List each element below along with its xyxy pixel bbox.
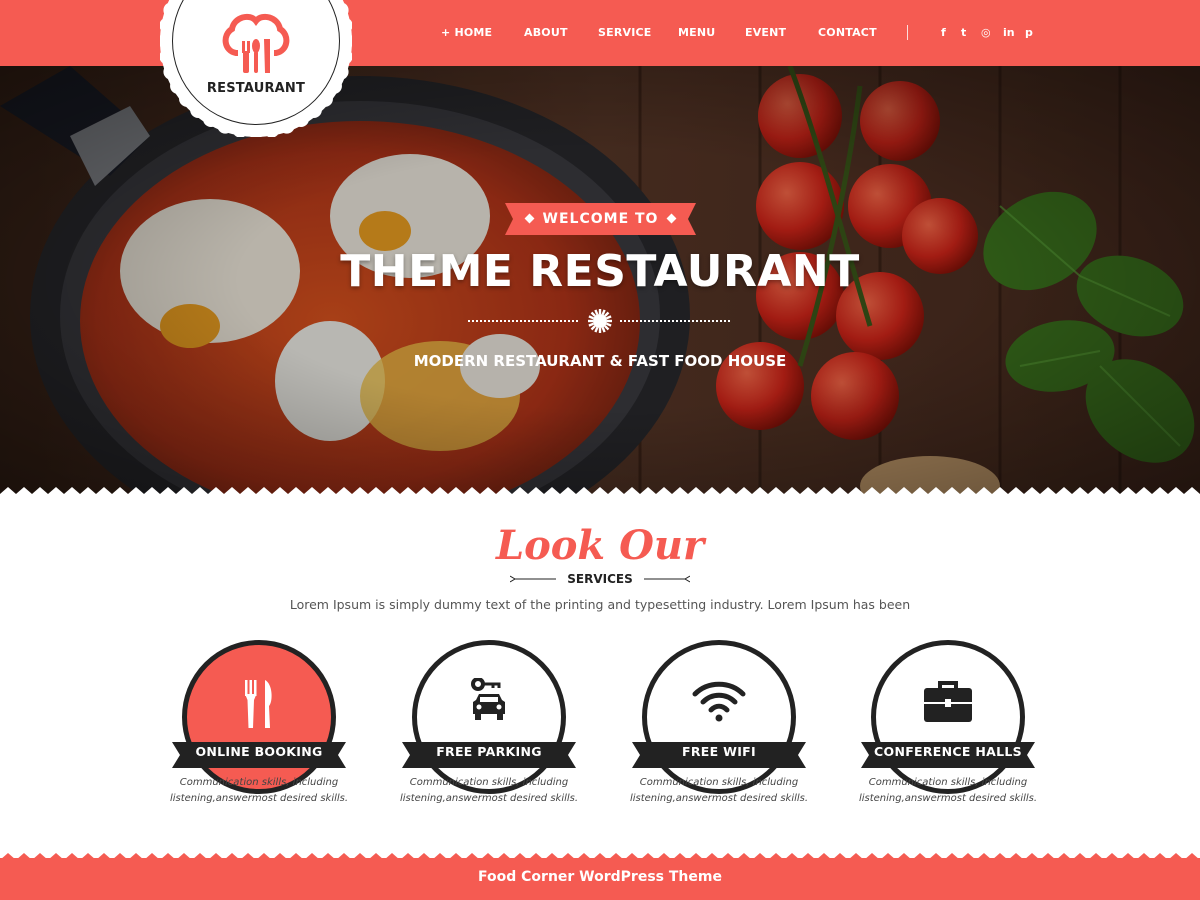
cutlery-icon <box>172 678 346 735</box>
services-description: Lorem Ipsum is simply dummy text of the … <box>289 597 911 612</box>
wifi-icon <box>632 678 806 731</box>
nav-item-about[interactable]: ABOUT <box>524 26 568 39</box>
service-description: Communication skills, including listening… <box>399 777 579 804</box>
services-subtitle-wrap: SERVICES <box>510 571 690 587</box>
hero-subtitle: MODERN RESTAURANT & FAST FOOD HOUSE <box>413 352 787 370</box>
service-label: FREE WIFI <box>682 744 756 759</box>
pinterest-icon[interactable]: p <box>1025 26 1033 39</box>
service-description: Communication skills, including listening… <box>169 777 349 804</box>
instagram-icon[interactable]: ◎ <box>981 26 991 39</box>
site-logo[interactable]: RESTAURANT <box>160 0 352 137</box>
services-title: Look Our <box>495 522 705 569</box>
service-card-free-wifi[interactable]: FREE WIFI Communication skills, includin… <box>630 640 808 810</box>
service-card-free-parking[interactable]: FREE PARKING Communication skills, inclu… <box>400 640 578 810</box>
nav-item-event[interactable]: EVENT <box>745 26 786 39</box>
nav-item-home[interactable]: + HOME <box>441 26 492 39</box>
service-description: Communication skills, including listening… <box>858 777 1038 804</box>
briefcase-icon <box>861 678 1035 731</box>
footer-bar: Food Corner WordPress Theme <box>0 858 1200 900</box>
twitter-icon[interactable]: t <box>961 26 966 39</box>
linkedin-icon[interactable]: in <box>1003 26 1015 39</box>
nav-divider <box>907 25 908 40</box>
service-card-conference-halls[interactable]: CONFERENCE HALLS Communication skills, i… <box>859 640 1037 810</box>
hero-title: THEME RESTAURANT <box>340 246 860 297</box>
hero-zigzag-border <box>0 487 1200 494</box>
service-description: Communication skills, including listening… <box>629 777 809 804</box>
service-label: CONFERENCE HALLS <box>874 744 1022 759</box>
chef-hat-utensils-icon <box>222 13 290 75</box>
service-card-online-booking[interactable]: ONLINE BOOKING Communication skills, inc… <box>170 640 348 810</box>
nav-item-service[interactable]: SERVICE <box>598 26 652 39</box>
logo-text: RESTAURANT <box>206 81 306 96</box>
nav-item-menu[interactable]: MENU <box>678 26 715 39</box>
services-subtitle: SERVICES <box>567 572 633 586</box>
nav-item-contact[interactable]: CONTACT <box>818 26 877 39</box>
facebook-icon[interactable]: f <box>941 26 946 39</box>
service-label: ONLINE BOOKING <box>195 744 323 759</box>
footer-text[interactable]: Food Corner WordPress Theme <box>0 869 1200 885</box>
car-key-icon <box>402 677 576 731</box>
service-label: FREE PARKING <box>436 744 542 759</box>
hero-divider-sun-icon <box>468 309 732 333</box>
hero-tag-label: WELCOME TO <box>542 211 659 227</box>
hero-welcome-tag: WELCOME TO <box>505 203 696 235</box>
